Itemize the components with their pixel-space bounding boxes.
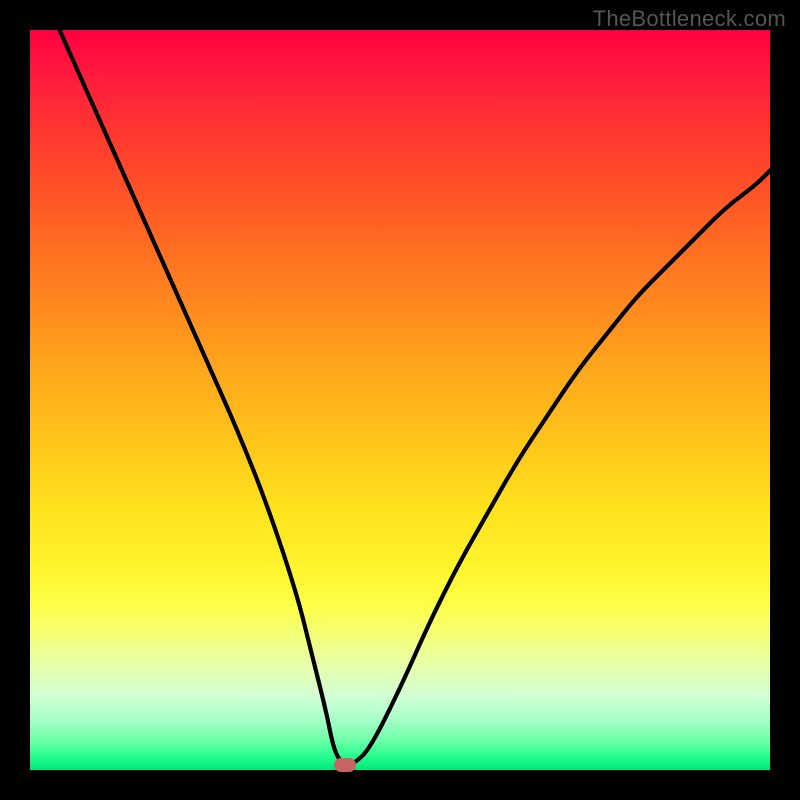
watermark-label: TheBottleneck.com	[593, 6, 786, 32]
chart-frame: TheBottleneck.com	[0, 0, 800, 800]
plot-area	[30, 30, 770, 770]
bottleneck-curve	[30, 30, 770, 770]
min-point-marker	[334, 758, 356, 772]
